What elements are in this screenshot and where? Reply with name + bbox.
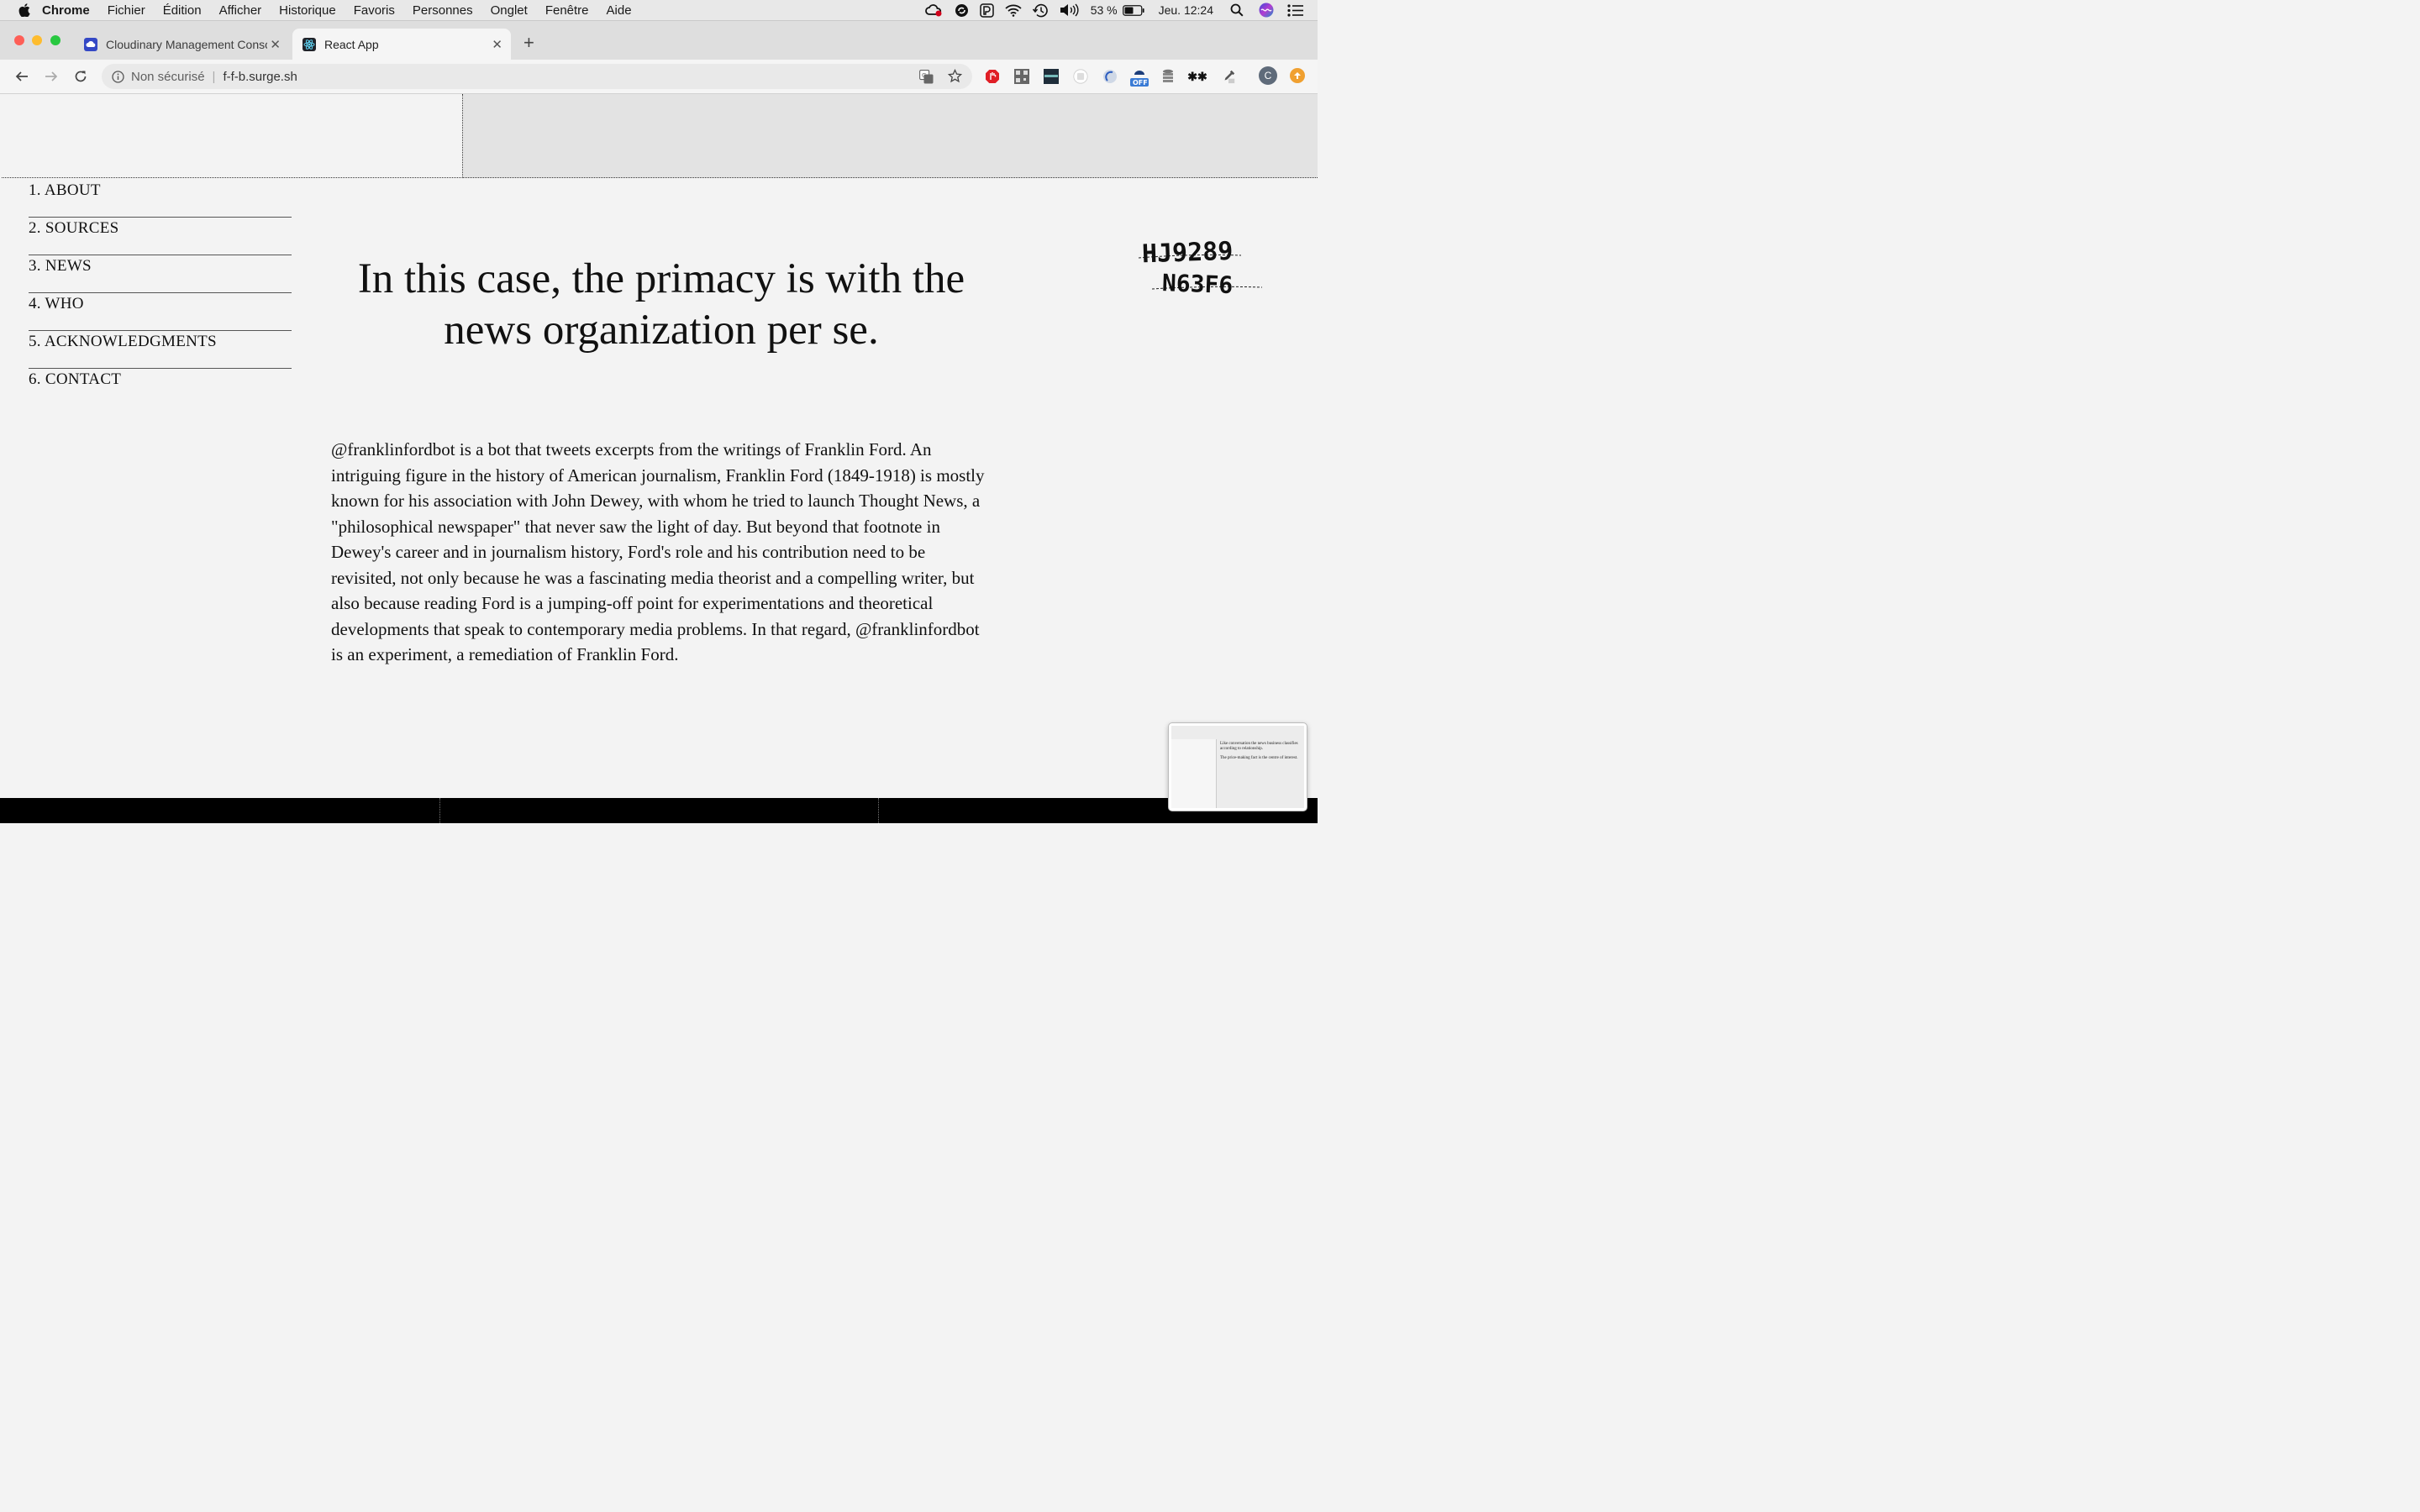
off-badge-label: OFF xyxy=(1133,79,1148,87)
menu-app-name[interactable]: Chrome xyxy=(42,3,90,18)
nav-item-about[interactable]: 1. ABOUT xyxy=(29,180,292,218)
stamp-line-2: N63F6 xyxy=(1161,269,1233,296)
apple-icon[interactable] xyxy=(18,3,30,17)
site-navigation: 1. ABOUT 2. SOURCES 3. NEWS 4. WHO 5. AC… xyxy=(29,180,292,407)
time-machine-icon[interactable] xyxy=(1032,3,1049,18)
cloudinary-favicon-icon xyxy=(84,37,97,51)
url-text[interactable]: f-f-b.surge.sh xyxy=(223,70,297,84)
new-tab-button[interactable]: + xyxy=(523,32,534,54)
clock[interactable]: Jeu. 12:24 xyxy=(1159,3,1213,17)
menu-aide[interactable]: Aide xyxy=(607,3,632,18)
browser-toolbar: Non sécurisé | f-f-b.surge.sh G OFF ✱✱ C xyxy=(0,60,1318,94)
thumbnail-text-2: The price-making fact is the centre of i… xyxy=(1220,756,1298,760)
asterisk-extension-icon[interactable]: ✱✱ xyxy=(1187,69,1207,84)
window-resizer-extension-icon[interactable] xyxy=(1044,69,1059,84)
ghostery-extension-icon[interactable] xyxy=(1073,69,1088,84)
battery-percent: 53 % xyxy=(1090,3,1118,17)
qr-code-extension-icon[interactable] xyxy=(1014,69,1029,84)
battery-icon[interactable] xyxy=(1122,4,1144,16)
menu-fichier[interactable]: Fichier xyxy=(108,3,145,18)
ring-extension-icon[interactable] xyxy=(1102,69,1118,84)
web-page: 1. ABOUT 2. SOURCES 3. NEWS 4. WHO 5. AC… xyxy=(2,94,1318,798)
status-area: 53 % Jeu. 12:24 xyxy=(914,0,1318,20)
macos-menu-bar: Chrome Fichier Édition Afficher Historiq… xyxy=(0,0,1318,21)
address-bar[interactable]: Non sécurisé | f-f-b.surge.sh G xyxy=(102,64,972,89)
stamp-line-1: HJ9289 xyxy=(1141,237,1234,270)
sync-icon[interactable] xyxy=(955,3,969,18)
pocket-icon[interactable] xyxy=(979,3,994,18)
profile-avatar[interactable]: C xyxy=(1259,66,1277,85)
tab-title: React App xyxy=(324,37,379,51)
menu-fenetre[interactable]: Fenêtre xyxy=(545,3,589,18)
bottom-divider xyxy=(878,798,879,823)
wifi-icon[interactable] xyxy=(1005,4,1022,17)
nav-item-who[interactable]: 4. WHO xyxy=(29,293,292,331)
volume-icon[interactable] xyxy=(1060,3,1080,17)
update-icon[interactable] xyxy=(1290,68,1305,83)
separator: | xyxy=(212,69,216,84)
off-badge-extension-icon[interactable]: OFF xyxy=(1129,67,1150,87)
tab-close-icon[interactable]: ✕ xyxy=(270,37,281,52)
handwritten-stamp: HJ9289 N63F6 xyxy=(1138,237,1263,296)
eyedropper-extension-icon[interactable] xyxy=(1221,69,1236,84)
siri-icon[interactable] xyxy=(1259,3,1274,18)
nav-item-news[interactable]: 3. NEWS xyxy=(29,255,292,293)
info-icon[interactable] xyxy=(112,70,124,83)
window-close-button[interactable] xyxy=(14,35,24,45)
nav-item-acknowledgments[interactable]: 5. ACKNOWLEDGMENTS xyxy=(29,331,292,369)
bottom-bar xyxy=(0,798,1318,823)
translate-icon[interactable]: G xyxy=(919,70,934,87)
back-arrow-icon[interactable] xyxy=(13,68,30,85)
bottom-divider xyxy=(439,798,440,823)
notification-center-icon[interactable] xyxy=(1287,3,1304,17)
header-panel-left xyxy=(2,94,463,178)
adblock-extension-icon[interactable] xyxy=(985,69,1000,84)
svg-text:G: G xyxy=(922,72,926,79)
nav-item-sources[interactable]: 2. SOURCES xyxy=(29,218,292,255)
header-panel-right xyxy=(463,94,1318,178)
nav-item-contact[interactable]: 6. CONTACT xyxy=(29,369,292,407)
tab-cloudinary[interactable]: Cloudinary Management Conso ✕ xyxy=(84,29,289,60)
security-label[interactable]: Non sécurisé xyxy=(131,70,205,84)
tab-strip: Cloudinary Management Conso ✕ React App … xyxy=(0,21,1318,60)
bookmark-star-icon[interactable] xyxy=(947,68,963,87)
react-favicon-icon xyxy=(302,37,316,51)
tab-title: Cloudinary Management Conso xyxy=(106,37,267,51)
menu-edition[interactable]: Édition xyxy=(163,3,202,18)
menu-historique[interactable]: Historique xyxy=(279,3,336,18)
database-extension-icon[interactable] xyxy=(1160,69,1176,84)
thumbnail-image: Like conversation the news business clas… xyxy=(1171,726,1304,808)
forward-arrow-icon[interactable] xyxy=(43,68,60,85)
menu-favoris[interactable]: Favoris xyxy=(354,3,395,18)
creative-cloud-icon[interactable] xyxy=(924,3,944,17)
menu-personnes[interactable]: Personnes xyxy=(413,3,473,18)
thumbnail-sidebar xyxy=(1171,739,1217,808)
about-paragraph: @franklinfordbot is a bot that tweets ex… xyxy=(331,439,985,664)
quote-headline: In this case, the primacy is with the ne… xyxy=(357,255,965,354)
spotlight-search-icon[interactable] xyxy=(1230,3,1244,17)
thumbnail-text-1: Like conversation the news business clas… xyxy=(1220,742,1298,751)
menu-afficher[interactable]: Afficher xyxy=(219,3,262,18)
tab-react-app[interactable]: React App ✕ xyxy=(292,29,511,60)
menu-onglet[interactable]: Onglet xyxy=(491,3,528,18)
screenshot-thumbnail[interactable]: Like conversation the news business clas… xyxy=(1168,722,1307,811)
window-zoom-button[interactable] xyxy=(50,35,60,45)
window-minimize-button[interactable] xyxy=(32,35,42,45)
reload-icon[interactable] xyxy=(72,68,89,85)
tab-close-icon[interactable]: ✕ xyxy=(492,37,502,52)
